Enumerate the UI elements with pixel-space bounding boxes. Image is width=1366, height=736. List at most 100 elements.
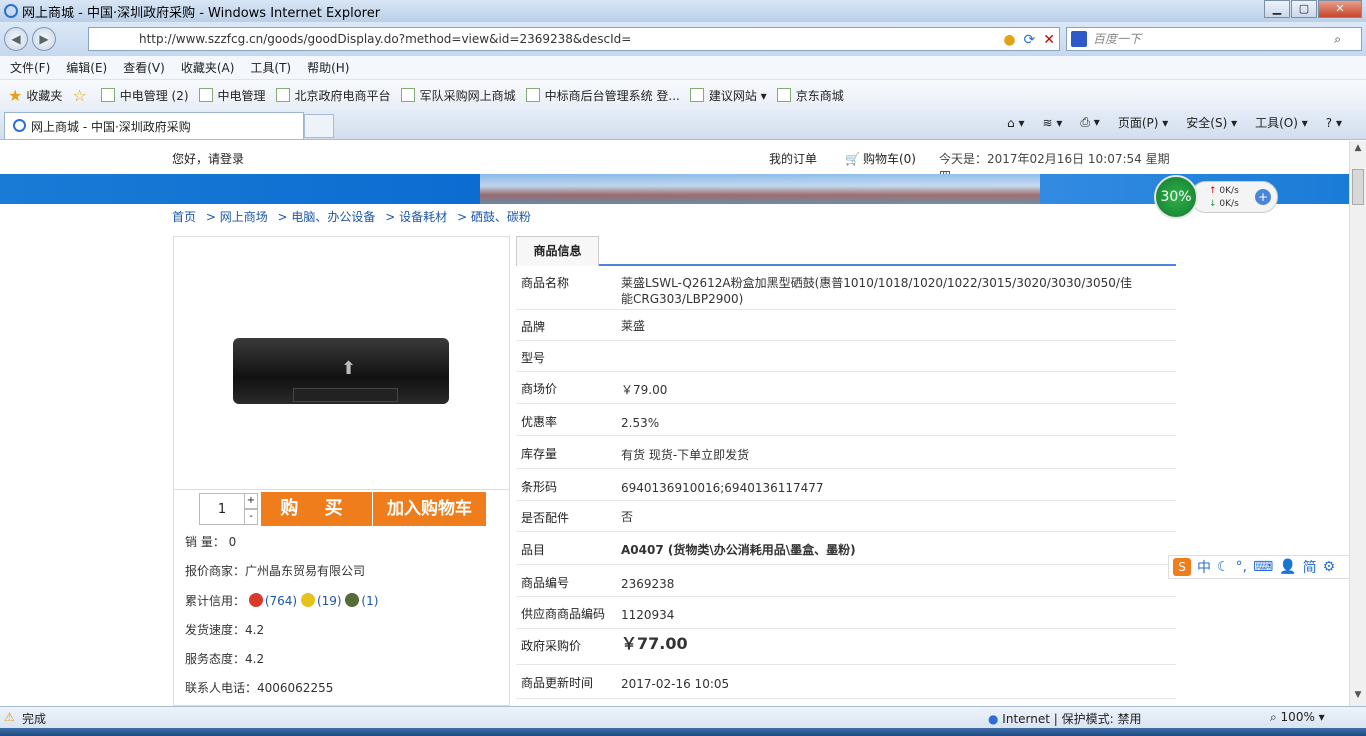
feeds-icon[interactable]: ≋ ▾ xyxy=(1042,116,1062,130)
ime-logo-icon: S xyxy=(1173,558,1191,576)
breadcrumb-item[interactable]: > 网上商场 xyxy=(206,210,268,224)
user-icon[interactable]: 👤 xyxy=(1279,559,1296,575)
safety-menu[interactable]: 安全(S) ▾ xyxy=(1186,114,1237,131)
page-menu[interactable]: 页面(P) ▾ xyxy=(1118,114,1168,131)
breadcrumb-home[interactable]: 首页 xyxy=(172,210,196,224)
credit-neutral[interactable]: (19) xyxy=(300,593,342,608)
window-titlebar: 网上商城 - 中国·深圳政府采购 - Windows Internet Expl… xyxy=(0,0,1366,22)
minimize-button[interactable]: ▁ xyxy=(1264,0,1290,18)
product-image[interactable]: ⬆ xyxy=(219,242,459,482)
home-icon[interactable]: ⌂ ▾ xyxy=(1007,116,1024,130)
favorite-label: 建议网站 ▾ xyxy=(708,88,767,103)
credit-bad-count: (1) xyxy=(361,594,379,608)
sales-count: 销 量： 0 xyxy=(185,535,237,549)
zoom-level[interactable]: ⌕ 100% ▾ xyxy=(1270,710,1325,725)
speed-pill: ↑ 0K/s ↓ 0K/s + xyxy=(1190,181,1278,213)
baidu-icon xyxy=(1071,31,1087,47)
plus-icon[interactable]: + xyxy=(1255,189,1271,205)
menu-help[interactable]: 帮助(H) xyxy=(307,59,349,76)
favorites-button[interactable]: ★ 收藏夹 xyxy=(8,86,62,105)
menu-edit[interactable]: 编辑(E) xyxy=(66,59,107,76)
favorite-link[interactable]: 中标商后台管理系统 登... xyxy=(525,87,680,104)
info-key: 商品更新时间 xyxy=(521,676,594,690)
breadcrumb-item[interactable]: > 硒鼓、碳粉 xyxy=(457,210,531,224)
quantity-decrease-button[interactable]: - xyxy=(244,509,258,525)
purchase-row: 1 + - 购 买 加入购物车 xyxy=(174,489,509,529)
quote-vendor: 报价商家：广州晶东贸易有限公司 xyxy=(185,564,366,578)
help-menu[interactable]: ? ▾ xyxy=(1326,116,1342,130)
ie-page-icon xyxy=(776,88,791,102)
scroll-down-icon[interactable]: ▼ xyxy=(1350,690,1366,704)
scroll-thumb[interactable] xyxy=(1352,169,1364,205)
info-key: 型号 xyxy=(521,351,546,365)
compat-icon[interactable]: ● xyxy=(1003,29,1015,51)
favorite-label: 中电管理 xyxy=(217,88,266,103)
url-input[interactable]: http://www.szzfcg.cn/goods/goodDisplay.d… xyxy=(88,27,1060,51)
ie-logo-icon xyxy=(4,4,18,18)
favorite-link[interactable]: 北京政府电商平台 xyxy=(275,87,391,104)
ime-simplified[interactable]: 简 xyxy=(1303,557,1317,577)
stop-icon[interactable]: ✕ xyxy=(1043,29,1055,51)
stock-status: 有货 现货-下单立即发货 xyxy=(621,448,750,462)
cart-link[interactable]: 🛒 购物车(0) xyxy=(845,150,916,167)
add-favorite-button[interactable]: ☆ xyxy=(72,86,90,105)
vertical-scrollbar[interactable]: ▲ ▼ xyxy=(1349,141,1366,706)
breadcrumb-item[interactable]: > 设备耗材 xyxy=(385,210,447,224)
search-input[interactable]: 百度一下 ⌕ xyxy=(1066,27,1362,51)
window-title: 网上商城 - 中国·深圳政府采购 - Windows Internet Expl… xyxy=(22,5,381,21)
favorite-link[interactable]: 军队采购网上商城 xyxy=(400,87,516,104)
refresh-icon[interactable]: ⟳ xyxy=(1024,29,1036,51)
my-orders-link[interactable]: 我的订单 xyxy=(769,150,817,167)
info-tab-header: 商品信息 xyxy=(516,236,1176,266)
scroll-up-icon[interactable]: ▲ xyxy=(1350,143,1366,157)
favorite-label: 中标商后台管理系统 登... xyxy=(544,88,680,103)
ship-speed: 发货速度：4.2 xyxy=(185,623,265,637)
menu-file[interactable]: 文件(F) xyxy=(10,59,50,76)
moon-icon[interactable]: ☾ xyxy=(1217,559,1230,575)
window-controls: ▁ ▢ ✕ xyxy=(1263,0,1362,18)
print-icon[interactable]: ⎙ ▾ xyxy=(1080,115,1099,130)
quantity-increase-button[interactable]: + xyxy=(244,493,258,509)
ime-toolbar[interactable]: S 中 ☾ °, ⌨ 👤 简 ⚙ xyxy=(1168,555,1349,579)
download-speed: 0K/s xyxy=(1219,199,1239,209)
new-tab-button[interactable] xyxy=(304,114,334,138)
add-to-cart-button[interactable]: 加入购物车 xyxy=(373,492,486,526)
menu-tools[interactable]: 工具(T) xyxy=(250,59,291,76)
favorite-link[interactable]: 中电管理 xyxy=(198,87,266,104)
breadcrumb: 首页 > 网上商场 > 电脑、办公设备 > 设备耗材 > 硒鼓、碳粉 xyxy=(172,208,537,225)
ime-mode-chinese[interactable]: 中 xyxy=(1197,557,1211,577)
quantity-input[interactable]: 1 xyxy=(199,493,245,525)
info-row: 商品编号 2369238 xyxy=(516,565,1176,597)
service-rating: 服务态度：4.2 xyxy=(185,652,265,666)
breadcrumb-item[interactable]: > 电脑、办公设备 xyxy=(278,210,376,224)
tab-product-info[interactable]: 商品信息 xyxy=(516,236,599,266)
credit-good[interactable]: (764) xyxy=(248,593,297,608)
search-icon[interactable]: ⌕ xyxy=(1334,28,1341,50)
favorite-link[interactable]: 中电管理 (2) xyxy=(100,87,189,104)
menu-view[interactable]: 查看(V) xyxy=(123,59,165,76)
info-value: 2017-02-16 10:05 xyxy=(621,677,730,691)
credit-bad[interactable]: (1) xyxy=(345,593,379,608)
maximize-button[interactable]: ▢ xyxy=(1291,0,1317,18)
tab-active[interactable]: 网上商城 - 中国·深圳政府采购 xyxy=(4,112,304,139)
back-button[interactable]: ◀ xyxy=(4,27,28,51)
keyboard-icon[interactable]: ⌨ xyxy=(1253,559,1273,575)
close-button[interactable]: ✕ xyxy=(1318,0,1362,18)
info-row: 商品更新时间 2017-02-16 10:05 xyxy=(516,665,1176,699)
credit-label: 累计信用： xyxy=(185,594,246,608)
favorite-link[interactable]: 京东商城 xyxy=(776,87,844,104)
menu-favorites[interactable]: 收藏夹(A) xyxy=(181,59,235,76)
security-zone[interactable]: ● Internet | 保护模式: 禁用 xyxy=(988,710,1141,727)
forward-button[interactable]: ▶ xyxy=(32,27,56,51)
network-speed-widget[interactable]: ↑ 0K/s ↓ 0K/s + 30% xyxy=(1150,175,1278,219)
favorite-label: 北京政府电商平台 xyxy=(294,88,391,103)
buy-button[interactable]: 购 买 xyxy=(261,492,372,526)
suggested-sites-button[interactable]: 建议网站 ▾ xyxy=(689,87,767,104)
gear-icon[interactable]: ⚙ xyxy=(1323,559,1336,575)
login-link[interactable]: 您好，请登录 xyxy=(172,150,244,167)
info-value: 莱盛LSWL-Q2612A粉盒加黑型硒鼓(惠普1010/1018/1020/10… xyxy=(621,276,1132,306)
tools-menu[interactable]: 工具(O) ▾ xyxy=(1255,114,1308,131)
punctuation-icon[interactable]: °, xyxy=(1236,559,1247,575)
favorites-bar: ★ 收藏夹 ☆ 中电管理 (2) 中电管理 北京政府电商平台 军队采购网上商城 … xyxy=(0,80,1366,110)
status-text: 完成 xyxy=(22,712,47,726)
